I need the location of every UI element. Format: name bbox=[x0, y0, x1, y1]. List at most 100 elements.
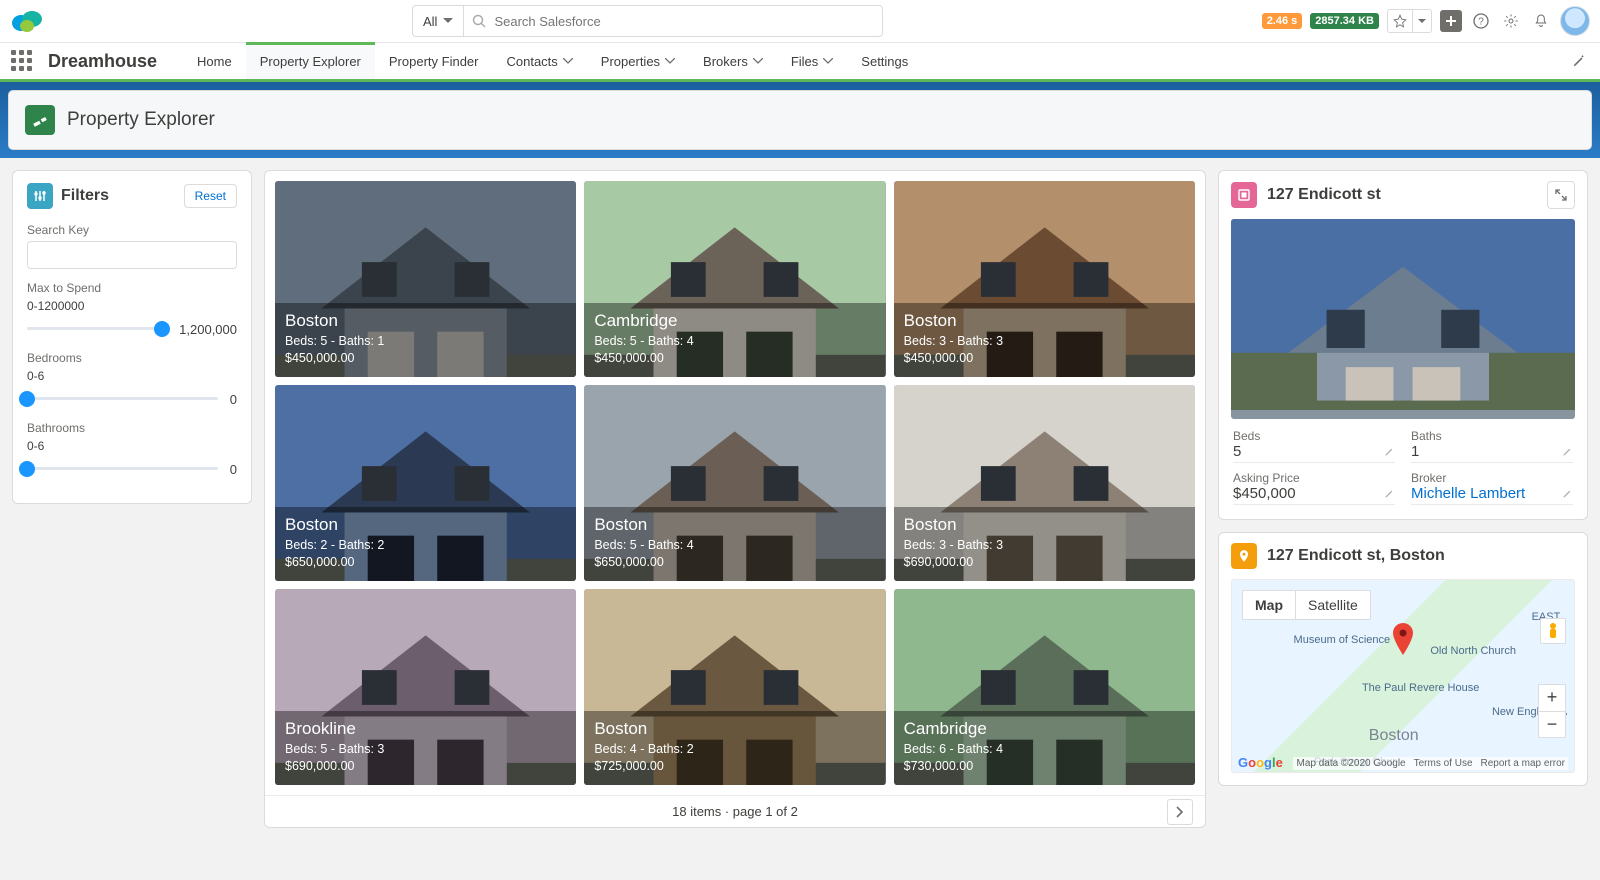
gear-icon bbox=[1503, 13, 1519, 29]
edit-beds-button[interactable] bbox=[1384, 446, 1395, 457]
favorites-group bbox=[1387, 9, 1432, 33]
nav-tab-property-explorer[interactable]: Property Explorer bbox=[246, 43, 375, 79]
favorites-dropdown[interactable] bbox=[1412, 10, 1431, 32]
property-beds-baths: Beds: 4 - Baths: 2 bbox=[594, 741, 875, 758]
global-add-button[interactable] bbox=[1440, 10, 1462, 32]
zoom-out-button[interactable]: − bbox=[1539, 711, 1565, 737]
bedrooms-label: Bedrooms bbox=[27, 351, 237, 365]
bell-icon bbox=[1533, 13, 1549, 29]
chevron-down-icon bbox=[753, 58, 763, 64]
property-overlay: Boston Beds: 3 - Baths: 3 $450,000.00 bbox=[894, 303, 1195, 377]
property-tile[interactable]: Boston Beds: 5 - Baths: 4 $650,000.00 bbox=[584, 385, 885, 581]
nav-tab-contacts[interactable]: Contacts bbox=[492, 43, 586, 79]
property-beds-baths: Beds: 6 - Baths: 4 bbox=[904, 741, 1185, 758]
nav-tab-label: Home bbox=[197, 54, 232, 69]
nav-tab-property-finder[interactable]: Property Finder bbox=[375, 43, 493, 79]
caret-down-icon bbox=[1418, 19, 1426, 24]
property-tile[interactable]: Boston Beds: 5 - Baths: 1 $450,000.00 bbox=[275, 181, 576, 377]
max-spend-slider[interactable] bbox=[27, 321, 167, 337]
bedrooms-range: 0-6 bbox=[27, 369, 237, 383]
help-button[interactable]: ? bbox=[1470, 10, 1492, 32]
property-tile[interactable]: Cambridge Beds: 5 - Baths: 4 $450,000.00 bbox=[584, 181, 885, 377]
property-price: $450,000.00 bbox=[285, 350, 566, 367]
perf-time-badge: 2.46 s bbox=[1262, 13, 1303, 29]
pencil-icon bbox=[1562, 488, 1573, 499]
map-canvas[interactable]: Map Satellite Museum of Science Old Nort… bbox=[1231, 579, 1575, 773]
property-tile[interactable]: Boston Beds: 4 - Baths: 2 $725,000.00 bbox=[584, 589, 885, 785]
property-beds-baths: Beds: 3 - Baths: 3 bbox=[904, 333, 1185, 350]
property-grid-panel: Boston Beds: 5 - Baths: 1 $450,000.00 Ca… bbox=[264, 170, 1206, 828]
svg-text:?: ? bbox=[1478, 17, 1484, 28]
property-tile[interactable]: Cambridge Beds: 6 - Baths: 4 $730,000.00 bbox=[894, 589, 1195, 785]
pencil-icon bbox=[1384, 488, 1395, 499]
search-icon bbox=[472, 14, 486, 28]
map-mode-satellite[interactable]: Satellite bbox=[1295, 591, 1370, 619]
map-mode-map[interactable]: Map bbox=[1243, 591, 1295, 619]
google-logo: Google bbox=[1238, 755, 1283, 770]
nav-tab-label: Property Finder bbox=[389, 54, 479, 69]
property-price: $725,000.00 bbox=[594, 758, 875, 775]
nav-tab-brokers[interactable]: Brokers bbox=[689, 43, 777, 79]
property-overlay: Boston Beds: 3 - Baths: 3 $690,000.00 bbox=[894, 507, 1195, 581]
map-attribution: Map data ©2020 Google Terms of Use Repor… bbox=[1293, 757, 1568, 770]
nav-tab-home[interactable]: Home bbox=[183, 43, 246, 79]
edit-baths-button[interactable] bbox=[1562, 446, 1573, 457]
bathrooms-label: Bathrooms bbox=[27, 421, 237, 435]
bathrooms-slider[interactable] bbox=[27, 461, 218, 477]
expand-button[interactable] bbox=[1547, 181, 1575, 209]
property-price: $450,000.00 bbox=[904, 350, 1185, 367]
streetview-button[interactable] bbox=[1540, 618, 1566, 644]
detail-title: 127 Endicott st bbox=[1267, 186, 1537, 204]
map-terms-link[interactable]: Terms of Use bbox=[1414, 758, 1473, 769]
edit-nav-button[interactable] bbox=[1572, 54, 1586, 68]
nav-tab-files[interactable]: Files bbox=[777, 43, 847, 79]
app-launcher-icon[interactable] bbox=[10, 49, 34, 73]
property-city: Boston bbox=[285, 311, 566, 331]
beds-value: 5 bbox=[1233, 443, 1241, 460]
next-page-button[interactable] bbox=[1167, 799, 1193, 825]
property-city: Boston bbox=[904, 311, 1185, 331]
search-key-input[interactable] bbox=[27, 241, 237, 269]
property-tile[interactable]: Boston Beds: 2 - Baths: 2 $650,000.00 bbox=[275, 385, 576, 581]
setup-button[interactable] bbox=[1500, 10, 1522, 32]
global-search[interactable] bbox=[463, 5, 883, 37]
search-scope-dropdown[interactable]: All bbox=[412, 5, 463, 37]
caret-down-icon bbox=[443, 18, 453, 24]
bedrooms-slider[interactable] bbox=[27, 391, 218, 407]
map-panel: 127 Endicott st, Boston Map Satellite Mu… bbox=[1218, 532, 1588, 786]
notifications-button[interactable] bbox=[1530, 10, 1552, 32]
property-tile[interactable]: Boston Beds: 3 - Baths: 3 $690,000.00 bbox=[894, 385, 1195, 581]
favorite-button[interactable] bbox=[1388, 10, 1412, 32]
map-report-link[interactable]: Report a map error bbox=[1481, 758, 1565, 769]
property-tile[interactable]: Boston Beds: 3 - Baths: 3 $450,000.00 bbox=[894, 181, 1195, 377]
user-avatar[interactable] bbox=[1560, 6, 1590, 36]
map-poi-label: The Paul Revere House bbox=[1362, 682, 1479, 694]
edit-price-button[interactable] bbox=[1384, 488, 1395, 499]
bathrooms-value: 0 bbox=[230, 462, 237, 477]
property-overlay: Cambridge Beds: 5 - Baths: 4 $450,000.00 bbox=[584, 303, 885, 377]
property-beds-baths: Beds: 5 - Baths: 1 bbox=[285, 333, 566, 350]
reset-button[interactable]: Reset bbox=[184, 184, 237, 208]
map-pin-icon bbox=[1391, 623, 1415, 657]
property-beds-baths: Beds: 5 - Baths: 4 bbox=[594, 537, 875, 554]
nav-tab-label: Files bbox=[791, 54, 818, 69]
page-title: Property Explorer bbox=[67, 109, 215, 131]
nav-tab-label: Settings bbox=[861, 54, 908, 69]
edit-broker-button[interactable] bbox=[1562, 488, 1573, 499]
nav-tab-settings[interactable]: Settings bbox=[847, 43, 922, 79]
nav-tab-label: Properties bbox=[601, 54, 660, 69]
property-tile[interactable]: Brookline Beds: 5 - Baths: 3 $690,000.00 bbox=[275, 589, 576, 785]
broker-link[interactable]: Michelle Lambert bbox=[1411, 485, 1525, 502]
property-price: $650,000.00 bbox=[594, 554, 875, 571]
bedrooms-value: 0 bbox=[230, 392, 237, 407]
search-input[interactable] bbox=[494, 14, 874, 29]
chevron-down-icon bbox=[563, 58, 573, 64]
property-beds-baths: Beds: 3 - Baths: 3 bbox=[904, 537, 1185, 554]
pencil-icon bbox=[1384, 446, 1395, 457]
map-city-label: Boston bbox=[1369, 727, 1419, 745]
nav-tab-properties[interactable]: Properties bbox=[587, 43, 689, 79]
zoom-in-button[interactable]: + bbox=[1539, 685, 1565, 711]
baths-label: Baths bbox=[1411, 429, 1573, 443]
app-title: Dreamhouse bbox=[48, 51, 157, 72]
property-overlay: Brookline Beds: 5 - Baths: 3 $690,000.00 bbox=[275, 711, 576, 785]
